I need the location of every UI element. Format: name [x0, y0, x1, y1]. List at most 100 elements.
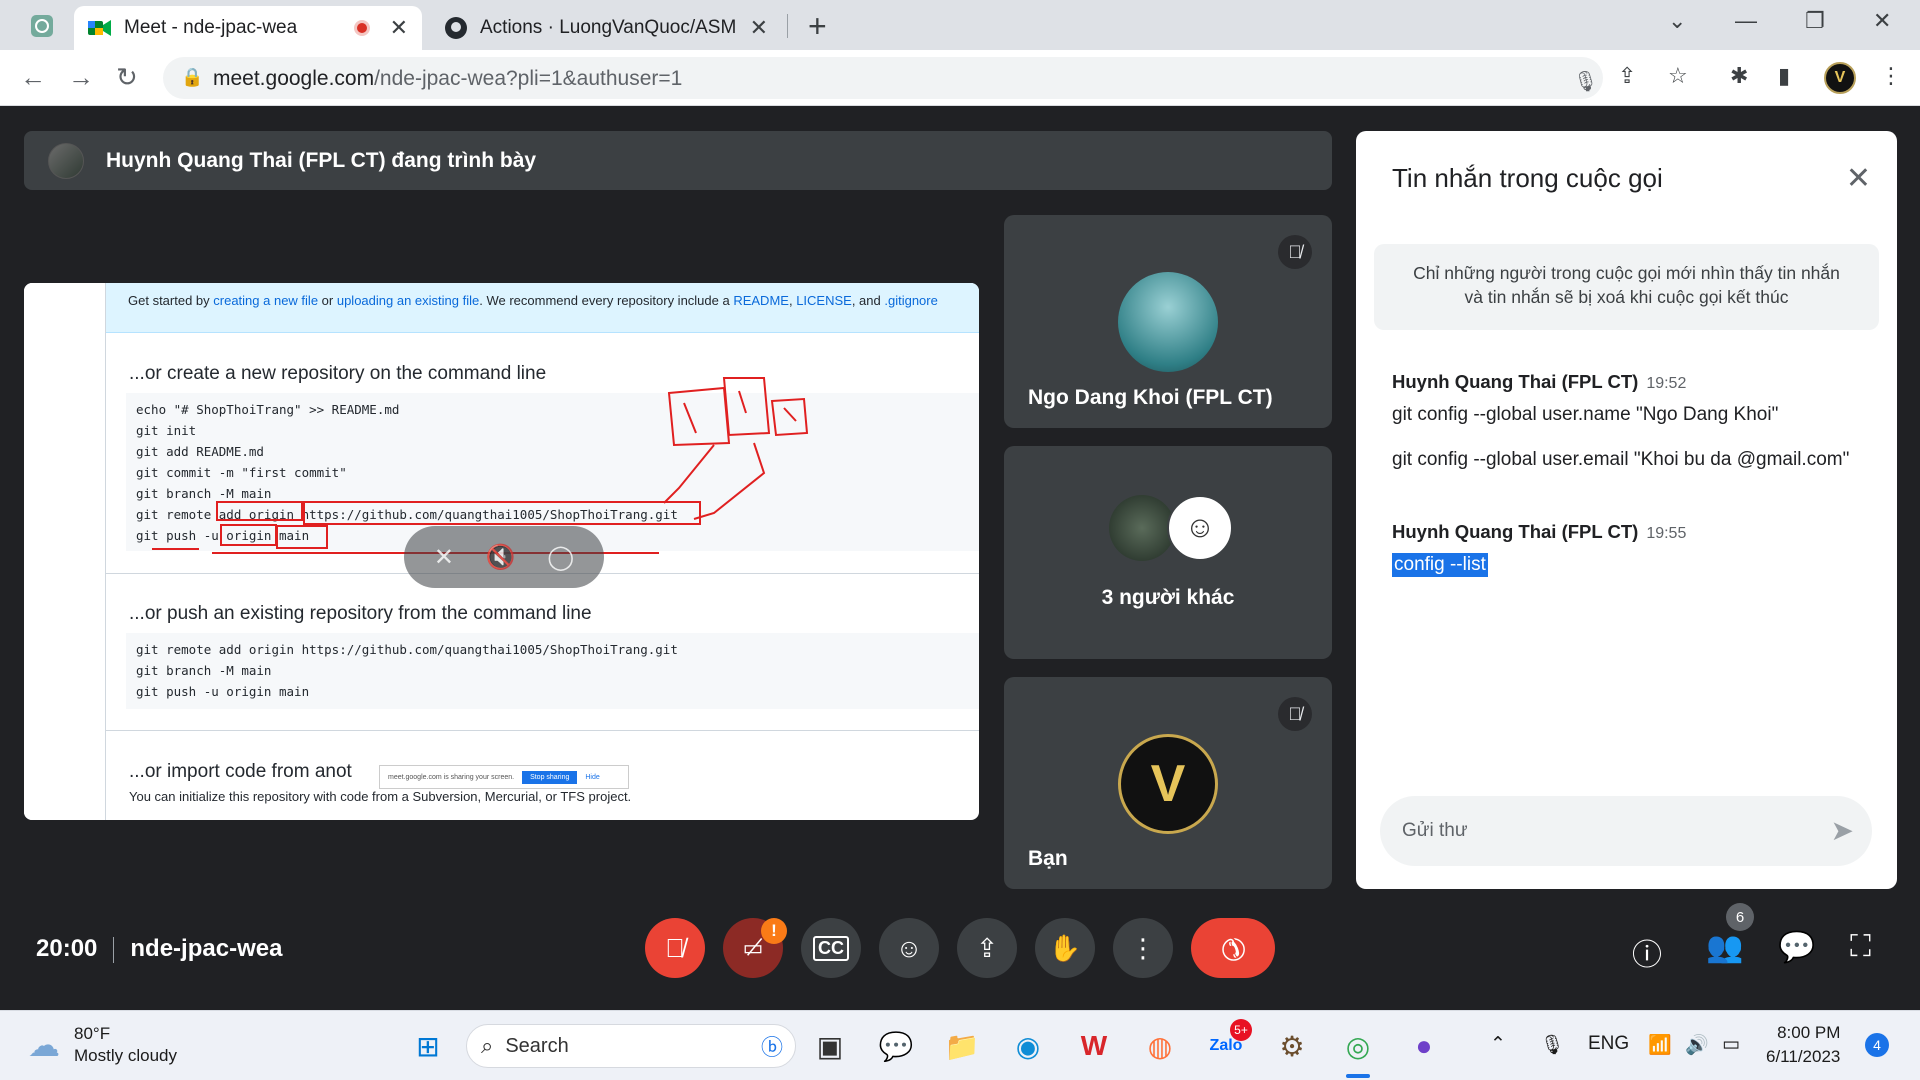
close-panel-icon[interactable]: ✕: [1846, 161, 1871, 196]
battery-icon[interactable]: ▭: [1722, 1033, 1740, 1056]
message-time: 19:55: [1646, 525, 1687, 542]
volume-icon[interactable]: 🔊: [1685, 1033, 1709, 1057]
section-title-import: ...or import code from anot: [129, 761, 352, 782]
message-input[interactable]: [1402, 814, 1802, 848]
chat-panel-title: Tin nhắn trong cuộc gọi: [1392, 163, 1663, 193]
sharing-notification: meet.google.com is sharing your screen. …: [379, 765, 629, 789]
tab-divider: [787, 14, 788, 38]
cartoon-avatar-icon: ☺: [1167, 495, 1233, 561]
system-clock[interactable]: 8:00 PM 6/11/2023: [1766, 1021, 1840, 1069]
clock-time: 8:00 PM: [1777, 1023, 1841, 1042]
share-icon[interactable]: ⇪: [1618, 63, 1636, 89]
back-icon[interactable]: ←: [20, 62, 46, 93]
notification-count-badge[interactable]: 4: [1865, 1033, 1889, 1057]
url-text[interactable]: meet.google.com/nde-jpac-wea?pli=1&authu…: [213, 67, 682, 91]
meeting-details-icon[interactable]: ⓘ: [1632, 930, 1662, 974]
game-app-icon[interactable]: ⚙: [1272, 1026, 1312, 1066]
teams-chat-icon[interactable]: 💬: [876, 1026, 916, 1066]
chat-icon[interactable]: 💬: [1778, 930, 1815, 965]
github-desktop-icon[interactable]: ●: [1404, 1026, 1444, 1066]
close-window-icon[interactable]: ✕: [1873, 8, 1891, 34]
microphone-icon[interactable]: 🎙: [1573, 69, 1598, 94]
bookmark-star-icon[interactable]: ☆: [1668, 63, 1688, 89]
unpin-icon[interactable]: ✕: [434, 543, 454, 572]
edge-browser-icon[interactable]: ◉: [1008, 1026, 1048, 1066]
minimize-icon[interactable]: —: [1735, 8, 1757, 34]
lock-icon[interactable]: 🔒: [181, 67, 203, 88]
taskbar-search[interactable]: ⌕ ⓑ: [466, 1024, 796, 1068]
address-bar[interactable]: 🔒 meet.google.com/nde-jpac-wea?pli=1&aut…: [163, 57, 1603, 99]
in-call-messages-panel: Tin nhắn trong cuộc gọi ✕ Chỉ những ngườ…: [1356, 131, 1897, 889]
browser-tab-strip: Meet - nde-jpac-wea ✕ Actions · LuongVan…: [0, 0, 1920, 50]
chatgpt-extension-icon[interactable]: [20, 10, 64, 42]
code-block-push-existing: git remote add origin https://github.com…: [126, 633, 979, 709]
reactions-button[interactable]: ☺: [879, 918, 939, 978]
present-screen-button[interactable]: ⇪: [957, 918, 1017, 978]
participant-name: Ngo Dang Khoi (FPL CT): [1028, 386, 1273, 409]
chrome-menu-icon[interactable]: ⋮: [1880, 63, 1902, 89]
leave-call-button[interactable]: ✆: [1191, 918, 1275, 978]
message-time: 19:52: [1646, 375, 1687, 392]
participant-tile-you[interactable]: 🎙̸ V Bạn: [1004, 677, 1332, 889]
active-app-indicator: [1346, 1074, 1370, 1078]
profile-avatar[interactable]: V: [1824, 62, 1856, 94]
weather-widget[interactable]: ☁ 80°F Mostly cloudy: [28, 1023, 177, 1067]
close-tab-icon[interactable]: ✕: [390, 15, 408, 41]
raise-hand-button[interactable]: ✋: [1035, 918, 1095, 978]
windows-taskbar: ☁ 80°FMostly cloudy ⊞ ⌕ ⓑ ▣ 💬 📁 ◉ W ◍ Za…: [0, 1010, 1920, 1080]
participant-name: Bạn: [1028, 847, 1068, 870]
code-line: git branch -M main: [136, 663, 272, 678]
shared-screen[interactable]: Get started by creating a new file or up…: [24, 283, 979, 820]
tab-title: Actions · LuongVanQuoc/ASM: [480, 17, 737, 38]
close-tab-icon[interactable]: ✕: [750, 15, 768, 41]
task-view-icon[interactable]: ▣: [810, 1026, 850, 1066]
presenter-avatar: [48, 142, 84, 179]
wifi-icon[interactable]: 📶: [1648, 1033, 1672, 1057]
extensions-puzzle-icon[interactable]: ✱: [1730, 63, 1748, 89]
closed-captions-icon: CC: [813, 935, 849, 961]
chrome-icon[interactable]: ◎: [1338, 1026, 1378, 1066]
hand-icon: ✋: [1048, 932, 1082, 963]
people-icon[interactable]: 👥: [1706, 930, 1743, 965]
participant-avatar: [1109, 495, 1175, 561]
hang-up-icon: ✆: [1212, 927, 1254, 969]
cloudy-weather-icon: ☁: [28, 1027, 60, 1063]
message-text-selected: config --list: [1392, 553, 1488, 577]
wps-office-icon[interactable]: W: [1074, 1026, 1114, 1066]
section-title-push-existing: ...or push an existing repository from t…: [129, 603, 592, 624]
muted-mic-icon: 🎙̸: [1278, 235, 1312, 269]
stop-sharing-button[interactable]: Stop sharing: [522, 770, 578, 784]
meeting-code: nde-jpac-wea: [130, 935, 283, 962]
presentation-overlay-controls: ✕ 🔇 ◯: [404, 526, 604, 588]
more-vert-icon: ⋮: [1130, 932, 1156, 963]
windows-start-icon[interactable]: ⊞: [408, 1026, 448, 1066]
more-options-button[interactable]: ⋮: [1113, 918, 1173, 978]
restore-icon[interactable]: ❐: [1805, 8, 1825, 34]
tab-search-chevron-icon[interactable]: ⌄: [1668, 8, 1686, 34]
bing-icon[interactable]: ⓑ: [761, 1030, 783, 1062]
presenter-text: Huynh Quang Thai (FPL CT) đang trình bày: [106, 148, 537, 172]
file-explorer-icon[interactable]: 📁: [942, 1026, 982, 1066]
forward-icon[interactable]: →: [68, 62, 94, 93]
hide-link[interactable]: Hide: [585, 774, 599, 781]
send-icon[interactable]: ➤: [1831, 814, 1854, 847]
mute-presentation-icon[interactable]: 🔇: [486, 543, 516, 572]
tab-github-actions[interactable]: Actions · LuongVanQuoc/ASM ✕: [432, 6, 782, 50]
input-language[interactable]: ENG: [1588, 1033, 1629, 1055]
participant-tile-others[interactable]: ☺ 3 người khác: [1004, 446, 1332, 659]
taskbar-search-input[interactable]: [505, 1034, 726, 1058]
tab-meet[interactable]: Meet - nde-jpac-wea ✕: [74, 6, 422, 50]
firefox-icon[interactable]: ◍: [1140, 1026, 1180, 1066]
more-options-circle-icon[interactable]: ◯: [547, 543, 574, 572]
side-panel-icon[interactable]: ▮: [1778, 63, 1790, 89]
show-hidden-icons-chevron[interactable]: ⌃: [1490, 1033, 1506, 1056]
microphone-off-button[interactable]: 🎙̸: [645, 918, 705, 978]
captions-button[interactable]: CC: [801, 918, 861, 978]
code-line: git remote add origin https://github.com…: [136, 642, 678, 657]
reload-icon[interactable]: ↻: [116, 62, 138, 93]
new-tab-button[interactable]: +: [808, 8, 827, 45]
activities-icon[interactable]: ⛶: [1850, 930, 1871, 964]
send-message-box: ➤: [1380, 796, 1872, 866]
tray-mic-icon[interactable]: 🎙: [1540, 1033, 1564, 1057]
participant-tile-ngo-dang-khoi[interactable]: 🎙̸ Ngo Dang Khoi (FPL CT): [1004, 215, 1332, 428]
